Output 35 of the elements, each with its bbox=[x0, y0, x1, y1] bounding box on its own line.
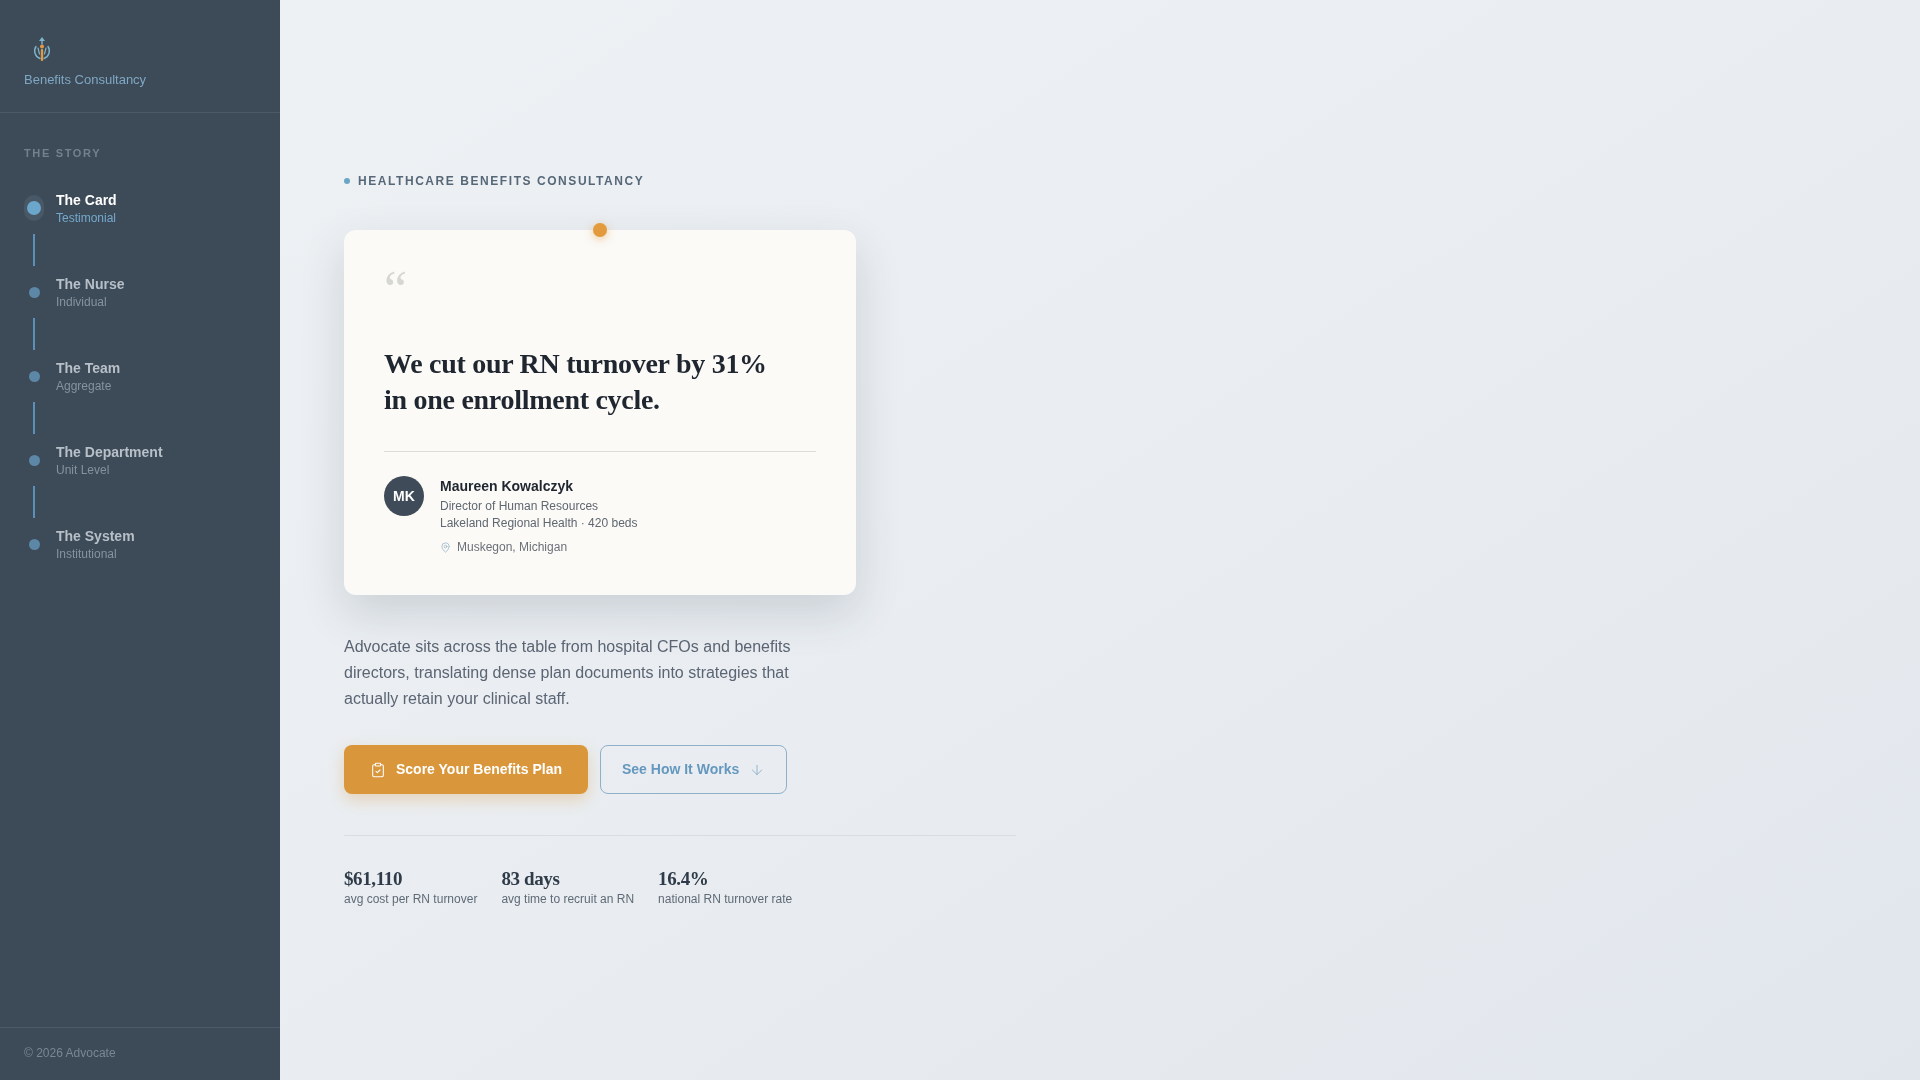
nav-item-subtitle: Individual bbox=[56, 294, 107, 310]
nav-item-subtitle: Aggregate bbox=[56, 378, 112, 394]
stat-value: $61,110 bbox=[344, 867, 403, 891]
timeline-connector bbox=[33, 486, 35, 518]
timeline-connector bbox=[33, 402, 35, 434]
timeline-connector bbox=[33, 234, 35, 266]
copyright-text: © 2026 Advocate bbox=[24, 1045, 116, 1061]
author-location: Muskegon, Michigan bbox=[457, 539, 568, 555]
primary-button[interactable]: Score Your Benefits Plan bbox=[344, 745, 588, 794]
nav-item-title[interactable]: The Team bbox=[56, 358, 121, 378]
nav-item-title[interactable]: The Department bbox=[56, 442, 163, 462]
quote-mark: “ bbox=[384, 270, 408, 310]
author-name: Maureen Kowalczyk bbox=[440, 477, 574, 496]
description-text: Advocate sits across the table from hospital CFOs and benefits directors, translating dense plan documents into strategies that actually retain your clinical staff. bbox=[344, 637, 792, 709]
eyebrow-label: HEALTHCARE BENEFITS CONSULTANCY bbox=[358, 173, 645, 189]
avatar-initials: MK bbox=[384, 476, 424, 516]
clipboard-check-icon bbox=[370, 761, 386, 778]
stat-label: national RN turnover rate bbox=[658, 891, 793, 907]
nav-item-title[interactable]: The Card bbox=[56, 190, 117, 210]
stat-label: avg cost per RN turnover bbox=[344, 891, 478, 907]
timeline-connector bbox=[33, 318, 35, 350]
brand-tagline: Benefits Consultancy bbox=[24, 71, 147, 89]
secondary-button[interactable]: See How It Works bbox=[600, 745, 788, 794]
author-role: Director of Human Resources bbox=[440, 498, 599, 514]
location-pin-icon bbox=[440, 541, 451, 553]
nav-item-title[interactable]: The Nurse bbox=[56, 274, 125, 294]
stat-value: 16.4% bbox=[658, 867, 709, 891]
nav-item-subtitle: Institutional bbox=[56, 546, 117, 562]
quote-text: We cut our RN turnover by 31% in one enrollment cycle. bbox=[384, 347, 768, 417]
nav-item-subtitle: Testimonial bbox=[56, 210, 117, 226]
nav-item-subtitle: Unit Level bbox=[56, 462, 110, 478]
nav-item-title[interactable]: The System bbox=[56, 526, 135, 546]
stat-label: avg time to recruit an RN bbox=[501, 891, 635, 907]
author-organization: Lakeland Regional Health · 420 beds bbox=[440, 515, 638, 531]
stat-value: 83 days bbox=[501, 867, 560, 891]
